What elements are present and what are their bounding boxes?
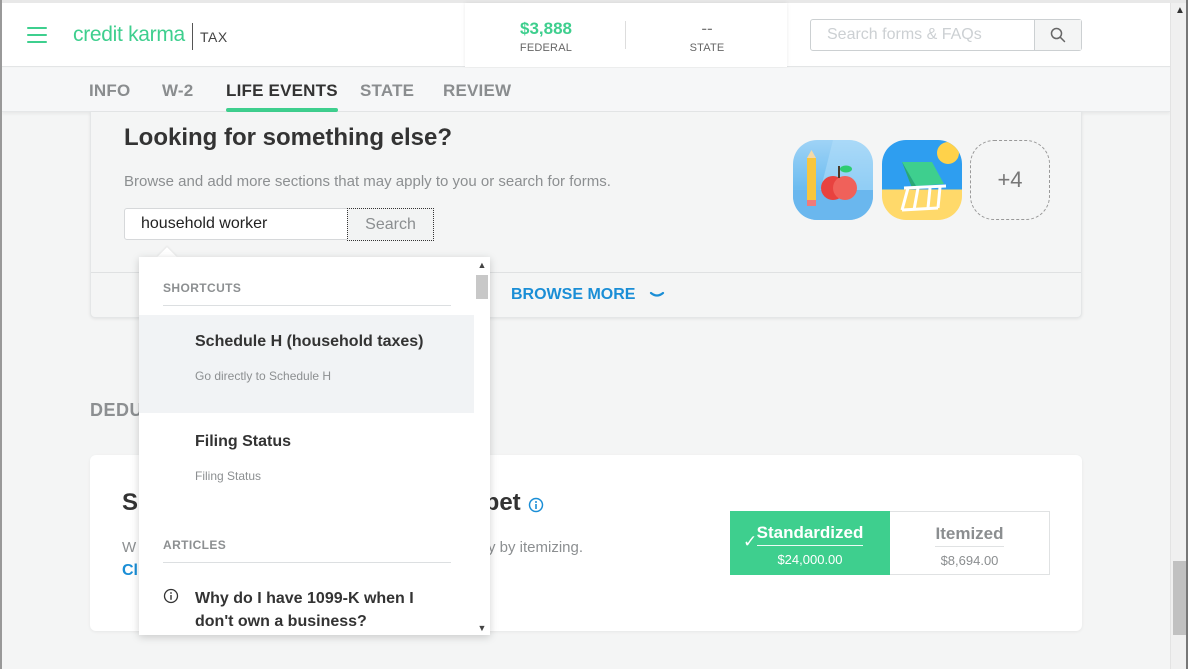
logo-product-tax: TAX bbox=[200, 29, 228, 45]
header-search-input[interactable] bbox=[811, 20, 1035, 50]
logo-credit-karma[interactable]: credit karma bbox=[73, 23, 185, 47]
itemized-label: Itemized bbox=[935, 524, 1004, 547]
search-icon bbox=[1050, 27, 1066, 43]
browse-more-label: BROWSE MORE bbox=[511, 286, 636, 303]
scroll-down-arrow-icon[interactable]: ▼ bbox=[474, 623, 490, 633]
articles-heading: ARTICLES bbox=[163, 538, 451, 563]
header-search-button[interactable] bbox=[1034, 20, 1081, 50]
forms-search-input[interactable] bbox=[124, 208, 348, 240]
shortcut-item[interactable]: Filing Status Filing Status bbox=[139, 415, 474, 513]
itemized-amount: $8,694.00 bbox=[940, 553, 999, 568]
deduction-title: S bbox=[122, 489, 139, 516]
logo-divider bbox=[192, 23, 193, 50]
window-left-edge bbox=[0, 0, 2, 669]
shortcut-subtitle: Filing Status bbox=[195, 469, 262, 483]
shortcut-item[interactable]: Schedule H (household taxes) Go directly… bbox=[139, 315, 474, 413]
education-icon[interactable] bbox=[793, 140, 873, 220]
app-header: credit karma TAX $3,888 FEDERAL -- STATE bbox=[2, 3, 1170, 67]
scroll-up-arrow-icon[interactable]: ▲ bbox=[474, 260, 490, 270]
federal-refund-amount: $3,888 bbox=[520, 19, 572, 38]
deduction-description: W bbox=[122, 539, 137, 556]
deduction-description-end: y by itemizing. bbox=[488, 539, 584, 556]
shortcut-subtitle: Go directly to Schedule H bbox=[195, 369, 332, 383]
tab-info[interactable]: INFO bbox=[89, 81, 130, 101]
shortcut-title: Schedule H (household taxes) bbox=[195, 333, 424, 350]
deduction-link[interactable]: Cl bbox=[122, 562, 138, 580]
tab-review[interactable]: REVIEW bbox=[443, 81, 511, 101]
state-refund-amount: -- bbox=[701, 19, 713, 38]
shortcut-title: Filing Status bbox=[195, 433, 291, 450]
looking-description: Browse and add more sections that may ap… bbox=[124, 173, 611, 190]
forms-search-button[interactable]: Search bbox=[347, 208, 434, 241]
chevron-down-icon bbox=[650, 291, 665, 297]
state-refund-label: STATE bbox=[689, 42, 725, 54]
article-title: Why do I have 1099-K when I don't own a … bbox=[195, 590, 414, 630]
page-scroll-thumb[interactable] bbox=[1173, 561, 1186, 635]
tab-life-events[interactable]: LIFE EVENTS bbox=[226, 81, 338, 112]
standardized-amount: $24,000.00 bbox=[777, 552, 843, 567]
info-icon[interactable] bbox=[528, 497, 544, 513]
browse-more-button[interactable]: BROWSE MORE bbox=[511, 286, 665, 304]
search-suggestions-dropdown: SHORTCUTS Schedule H (household taxes) G… bbox=[139, 257, 490, 635]
federal-refund[interactable]: $3,888 FEDERAL bbox=[471, 19, 621, 54]
info-icon bbox=[163, 588, 179, 604]
state-refund[interactable]: -- STATE bbox=[632, 19, 782, 54]
tab-w2[interactable]: W-2 bbox=[162, 81, 193, 101]
header-search bbox=[810, 19, 1082, 51]
article-item[interactable]: Why do I have 1099-K when I don't own a … bbox=[139, 585, 474, 635]
checkmark-icon: ✓ bbox=[743, 532, 758, 551]
looking-title: Looking for something else? bbox=[124, 124, 453, 151]
standardized-label: Standardized bbox=[756, 523, 864, 546]
itemized-deduction-option[interactable]: Itemized $8,694.00 bbox=[890, 511, 1050, 575]
deductions-section-label: DEDU bbox=[90, 400, 144, 420]
refund-summary: $3,888 FEDERAL -- STATE bbox=[465, 3, 787, 67]
dropdown-scroll-thumb[interactable] bbox=[476, 275, 488, 299]
vacation-icon[interactable] bbox=[882, 140, 962, 220]
dropdown-scrollbar[interactable]: ▲ ▼ bbox=[474, 257, 490, 635]
menu-icon[interactable] bbox=[27, 27, 47, 43]
shortcuts-heading: SHORTCUTS bbox=[163, 281, 451, 306]
more-sections-button[interactable]: +4 bbox=[970, 140, 1050, 220]
standardized-deduction-option[interactable]: ✓ Standardized $24,000.00 bbox=[730, 511, 890, 575]
section-tabs: INFO W-2 LIFE EVENTS STATE REVIEW bbox=[2, 68, 1170, 112]
tab-state[interactable]: STATE bbox=[360, 81, 414, 101]
federal-refund-label: FEDERAL bbox=[519, 42, 573, 54]
refund-divider bbox=[625, 21, 626, 49]
